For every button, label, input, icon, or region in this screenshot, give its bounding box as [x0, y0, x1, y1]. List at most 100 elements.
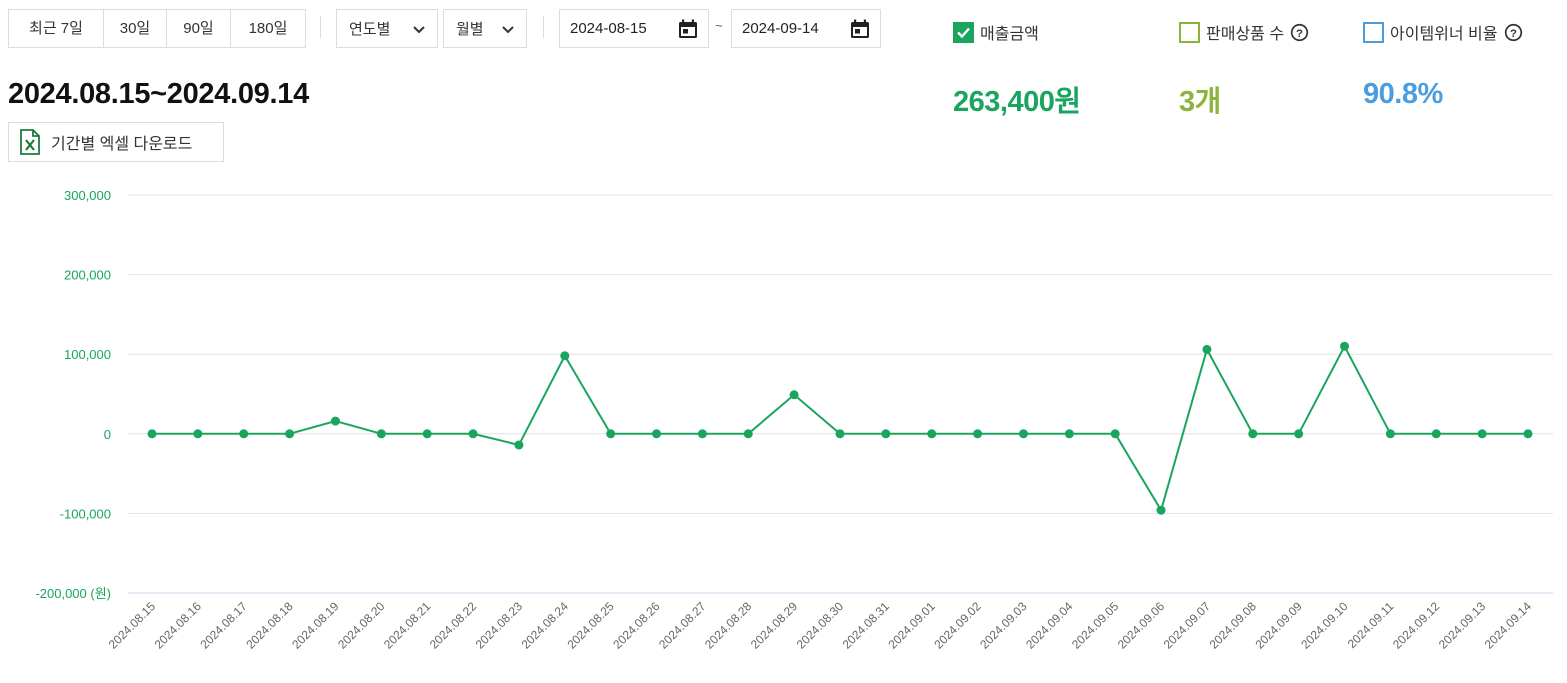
data-point[interactable] [193, 429, 203, 439]
data-point[interactable] [606, 429, 616, 439]
data-point[interactable] [468, 429, 478, 439]
period-7days-button[interactable]: 최근 7일 [9, 10, 104, 47]
period-selector: 최근 7일 30일 90일 180일 [8, 9, 306, 48]
x-tick-label: 2024.08.20 [335, 599, 388, 652]
data-point[interactable] [147, 429, 157, 439]
x-tick-label: 2024.09.08 [1207, 599, 1260, 652]
metric-sales-checkbox[interactable]: 매출금액 [953, 20, 1039, 44]
checkbox-checked-icon [953, 21, 974, 43]
x-tick-label: 2024.08.28 [702, 599, 755, 652]
year-dropdown[interactable]: 연도별 [336, 9, 438, 48]
data-point[interactable] [422, 429, 432, 439]
x-tick-label: 2024.08.26 [610, 599, 663, 652]
x-tick-label: 2024.08.18 [243, 599, 296, 652]
data-point[interactable] [881, 429, 891, 439]
x-tick-label: 2024.09.03 [977, 599, 1030, 652]
data-point[interactable] [743, 429, 753, 439]
data-point[interactable] [1294, 429, 1304, 439]
x-tick-label: 2024.09.05 [1069, 599, 1122, 652]
excel-download-button[interactable]: 기간별 엑셀 다운로드 [8, 122, 224, 162]
data-point[interactable] [1477, 429, 1487, 439]
divider [320, 16, 321, 38]
data-point[interactable] [835, 429, 845, 439]
x-tick-label: 2024.09.01 [885, 599, 938, 652]
x-tick-label: 2024.09.12 [1390, 599, 1443, 652]
help-icon[interactable]: ? [1290, 23, 1309, 42]
excel-file-icon [20, 129, 40, 155]
x-tick-label: 2024.09.02 [931, 599, 984, 652]
data-point[interactable] [1340, 341, 1350, 351]
data-point[interactable] [1064, 429, 1074, 439]
x-tick-label: 2024.08.23 [473, 599, 526, 652]
help-icon[interactable]: ? [1504, 23, 1523, 42]
x-tick-label: 2024.08.21 [381, 599, 434, 652]
data-point[interactable] [652, 429, 662, 439]
data-point[interactable] [789, 390, 799, 400]
svg-text:?: ? [1510, 27, 1517, 39]
metric-items-label: 판매상품 수 [1206, 26, 1285, 43]
x-tick-label: 2024.08.31 [840, 599, 893, 652]
data-point[interactable] [1523, 429, 1533, 439]
data-point[interactable] [973, 429, 983, 439]
x-tick-label: 2024.08.17 [197, 599, 250, 652]
x-tick-label: 2024.08.19 [289, 599, 342, 652]
data-point[interactable] [376, 429, 386, 439]
divider [543, 16, 544, 38]
end-date-input[interactable]: 2024-09-14 [731, 9, 881, 48]
metric-winner-checkbox[interactable]: 아이템위너 비율 ? [1363, 20, 1523, 44]
svg-text:?: ? [1296, 27, 1303, 39]
x-tick-label: 2024.09.10 [1298, 599, 1351, 652]
data-point[interactable] [697, 429, 707, 439]
data-point[interactable] [560, 351, 570, 361]
x-tick-label: 2024.08.30 [794, 599, 847, 652]
data-point[interactable] [514, 440, 524, 450]
sales-line-chart: 300,000 200,000 100,000 0 -100,000 -200,000 (… [35, 188, 1553, 652]
series-line-path [152, 344, 1528, 513]
grid-lines [128, 194, 1553, 594]
metric-winner-value: 90.8% [1363, 78, 1443, 110]
y-tick-label: 100,000 [64, 347, 111, 362]
month-dropdown[interactable]: 월별 [443, 9, 527, 48]
y-tick-label: 300,000 [64, 188, 111, 203]
data-point[interactable] [1156, 505, 1166, 515]
period-30days-button[interactable]: 30일 [104, 10, 167, 47]
data-point[interactable] [1248, 429, 1258, 439]
data-point[interactable] [239, 429, 249, 439]
data-point[interactable] [1385, 429, 1395, 439]
data-point[interactable] [927, 429, 937, 439]
data-point[interactable] [1202, 344, 1212, 354]
data-point[interactable] [285, 429, 295, 439]
x-tick-label: 2024.08.25 [564, 599, 617, 652]
x-axis-ticks: 2024.08.152024.08.162024.08.172024.08.18… [106, 599, 1535, 652]
data-point[interactable] [1431, 429, 1441, 439]
x-tick-label: 2024.09.06 [1115, 599, 1168, 652]
series-points [147, 341, 1533, 515]
data-point[interactable] [1018, 429, 1028, 439]
metric-items-value: 3개 [1179, 86, 1221, 118]
x-tick-label: 2024.09.04 [1023, 599, 1076, 652]
data-point[interactable] [1110, 429, 1120, 439]
y-tick-label: 0 [104, 427, 111, 442]
x-tick-label: 2024.08.29 [748, 599, 801, 652]
x-tick-label: 2024.08.15 [106, 599, 159, 652]
metric-sales-label: 매출금액 [980, 26, 1039, 43]
start-date-value: 2024-08-15 [570, 20, 647, 37]
series-line [152, 344, 1528, 513]
metric-items-checkbox[interactable]: 판매상품 수 ? [1179, 20, 1309, 44]
calendar-icon[interactable] [848, 17, 872, 41]
end-date-value: 2024-09-14 [742, 20, 819, 37]
y-tick-label: 200,000 [64, 268, 111, 283]
metric-winner-label: 아이템위너 비율 [1390, 26, 1498, 43]
y-tick-label: -100,000 [60, 506, 111, 521]
x-tick-label: 2024.08.16 [152, 599, 205, 652]
calendar-icon[interactable] [676, 17, 700, 41]
chevron-down-icon [413, 25, 425, 33]
y-axis-ticks: 300,000 200,000 100,000 0 -100,000 -200,000 (… [35, 188, 111, 601]
month-dropdown-label: 월별 [456, 21, 484, 38]
period-90days-button[interactable]: 90일 [167, 10, 231, 47]
x-tick-label: 2024.09.07 [1161, 599, 1214, 652]
period-180days-button[interactable]: 180일 [231, 10, 305, 47]
x-tick-label: 2024.09.11 [1345, 599, 1397, 651]
start-date-input[interactable]: 2024-08-15 [559, 9, 709, 48]
data-point[interactable] [330, 416, 340, 426]
